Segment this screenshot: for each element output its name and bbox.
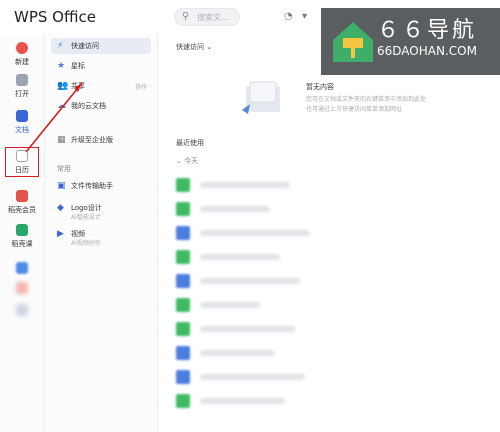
watermark-url: 66DAOHAN.COM xyxy=(377,44,477,58)
watermark-logo-icon xyxy=(333,22,373,62)
watermark-badge: ６６导航 66DAOHAN.COM xyxy=(321,8,500,75)
watermark-title: ６６导航 xyxy=(377,18,478,43)
